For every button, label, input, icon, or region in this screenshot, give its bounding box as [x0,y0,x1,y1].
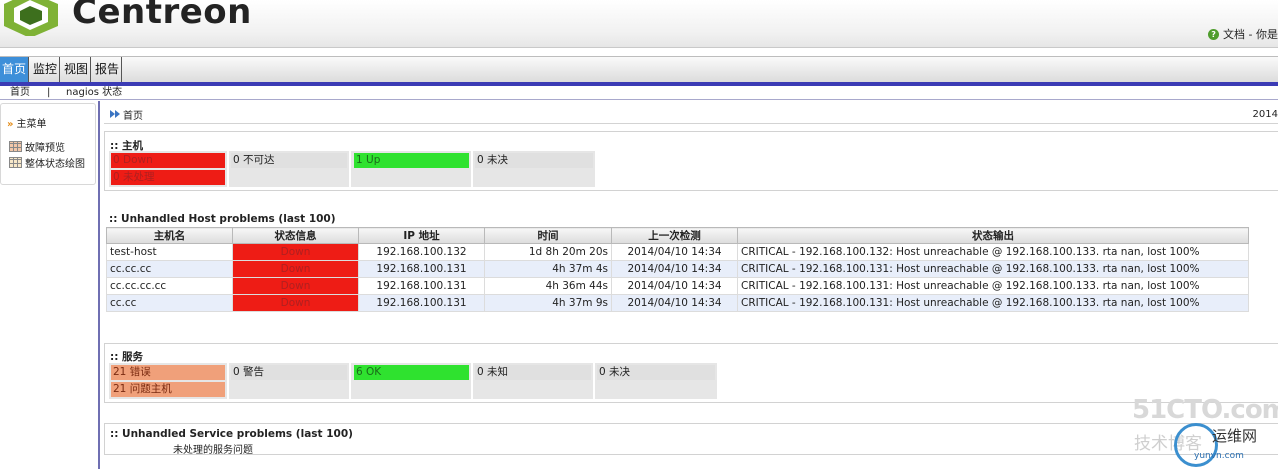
grid-chart-icon [9,141,22,152]
double-chevron-icon: » [7,119,14,130]
hosts-pending[interactable]: 0 未决 [475,153,593,168]
services-critical[interactable]: 21 错误 [111,365,225,380]
tab-views[interactable]: 视图 [62,57,92,82]
cell-status: Down [232,277,359,295]
cell-last-check: 2014/04/10 14:34 [611,294,738,312]
tab-monitoring[interactable]: 监控 [31,57,61,82]
main-nav: 首页 监控 视图 报告 [0,56,1278,82]
services-title: :: 服务 [110,351,144,363]
service-problems-subtitle: 未处理的服务问题 [173,445,253,456]
hosts-unreachable-panel: 0 不可达 [229,151,349,187]
services-section: :: 服务 21 错误 21 问题主机 0 警告 6 OK 0 未知 0 未决 [104,343,1278,403]
hosts-section: :: 主机 0 Down 0 未处理 0 不可达 1 Up 0 未决 [104,131,1278,191]
cell-output: CRITICAL - 192.168.100.131: Host unreach… [737,294,1249,312]
date-text: 2014 [1252,109,1278,120]
cell-last-check: 2014/04/10 14:34 [611,277,738,295]
brand-name[interactable]: Centreon [72,0,252,32]
cell-duration: 4h 37m 9s [484,294,612,312]
cell-ip: 192.168.100.131 [358,294,485,312]
services-unknown[interactable]: 0 未知 [475,365,591,380]
cell-duration: 1d 8h 20m 20s [484,243,612,261]
centreon-cube-icon[interactable] [0,0,62,36]
breadcrumb: 首页 [110,107,143,122]
menu-link-fault-overview[interactable]: 故障预览 [9,139,65,154]
col-output[interactable]: 状态输出 [737,227,1249,244]
doc-link[interactable]: ? 文档 - 你是 [1208,26,1278,42]
services-critical-panel: 21 错误 21 问题主机 [109,363,227,399]
services-warning[interactable]: 0 警告 [231,365,347,380]
cell-ip: 192.168.100.131 [358,277,485,295]
table-row[interactable]: cc.cc.cc Down 192.168.100.131 4h 37m 4s … [106,260,1249,278]
services-unknown-panel: 0 未知 [473,363,593,399]
menu-title-label: 主菜单 [16,119,47,130]
services-ok-panel: 6 OK [351,363,471,399]
hosts-down-panel: 0 Down 0 未处理 [109,151,227,187]
cell-status: Down [232,243,359,261]
cell-last-check: 2014/04/10 14:34 [611,260,738,278]
host-problems-title: :: Unhandled Host problems (last 100) [109,213,336,225]
subnav-nagios-status[interactable]: nagios 状态 [66,86,122,100]
services-ok[interactable]: 6 OK [354,365,469,380]
col-last-check[interactable]: 上一次检测 [611,227,738,244]
cell-last-check: 2014/04/10 14:34 [611,243,738,261]
breadcrumb-home[interactable]: 首页 [123,107,143,122]
col-duration[interactable]: 时间 [484,227,612,244]
cell-hostname[interactable]: cc.cc.cc [106,260,233,278]
double-arrow-icon [110,110,120,119]
tab-home[interactable]: 首页 [0,57,30,82]
main-menu: » 主菜单 故障预览 整体状态绘图 [0,103,96,185]
menu-title: » 主菜单 [7,115,46,130]
table-row[interactable]: test-host Down 192.168.100.132 1d 8h 20m… [106,243,1249,261]
host-problems-table: 主机名 状态信息 IP 地址 时间 上一次检测 状态输出 test-host D… [106,227,1249,312]
sub-nav: 首页 | nagios 状态 [0,86,1278,100]
cell-output: CRITICAL - 192.168.100.131: Host unreach… [737,277,1249,295]
content: 首页 2014 :: 主机 0 Down 0 未处理 0 不可达 1 Up 0 … [104,101,1278,469]
header: Centreon ? 文档 - 你是 [0,0,1278,48]
tab-reports[interactable]: 报告 [93,57,123,82]
hosts-pending-panel: 0 未决 [473,151,595,187]
service-problems-title: :: Unhandled Service problems (last 100) [110,428,353,440]
cell-hostname[interactable]: cc.cc [106,294,233,312]
hosts-up-panel: 1 Up [351,151,471,187]
hosts-down[interactable]: 0 Down [111,153,225,168]
services-pending-panel: 0 未决 [595,363,717,399]
subnav-home[interactable]: 首页 [10,86,30,100]
service-problems-section: :: Unhandled Service problems (last 100)… [104,423,1278,456]
breadcrumb-divider [104,123,1278,124]
cell-output: CRITICAL - 192.168.100.132: Host unreach… [737,243,1249,261]
menu-link-label[interactable]: 故障预览 [25,139,65,154]
cell-status: Down [232,260,359,278]
help-icon: ? [1208,28,1220,40]
col-ip[interactable]: IP 地址 [358,227,485,244]
hosts-unhandled[interactable]: 0 未处理 [111,170,225,185]
cell-status: Down [232,294,359,312]
grid-table-icon [9,157,22,168]
col-hostname[interactable]: 主机名 [106,227,233,244]
menu-link-status-graph[interactable]: 整体状态绘图 [9,155,85,170]
hosts-unreachable[interactable]: 0 不可达 [231,153,347,168]
cell-hostname[interactable]: test-host [106,243,233,261]
doc-link-label[interactable]: 文档 - 你是 [1223,26,1278,42]
menu-link-label[interactable]: 整体状态绘图 [25,155,85,170]
cell-output: CRITICAL - 192.168.100.131: Host unreach… [737,260,1249,278]
table-header-row: 主机名 状态信息 IP 地址 时间 上一次检测 状态输出 [106,227,1249,244]
services-problem-hosts[interactable]: 21 问题主机 [111,382,225,397]
col-status[interactable]: 状态信息 [232,227,359,244]
left-panel: » 主菜单 故障预览 整体状态绘图 [0,101,100,469]
table-row[interactable]: cc.cc.cc.cc Down 192.168.100.131 4h 36m … [106,277,1249,295]
services-pending[interactable]: 0 未决 [597,365,715,380]
cell-hostname[interactable]: cc.cc.cc.cc [106,277,233,295]
services-warning-panel: 0 警告 [229,363,349,399]
cell-duration: 4h 37m 4s [484,260,612,278]
cell-duration: 4h 36m 44s [484,277,612,295]
hosts-up[interactable]: 1 Up [354,153,469,168]
cell-ip: 192.168.100.131 [358,260,485,278]
cell-ip: 192.168.100.132 [358,243,485,261]
table-row[interactable]: cc.cc Down 192.168.100.131 4h 37m 9s 201… [106,294,1249,312]
subnav-separator: | [47,87,51,98]
